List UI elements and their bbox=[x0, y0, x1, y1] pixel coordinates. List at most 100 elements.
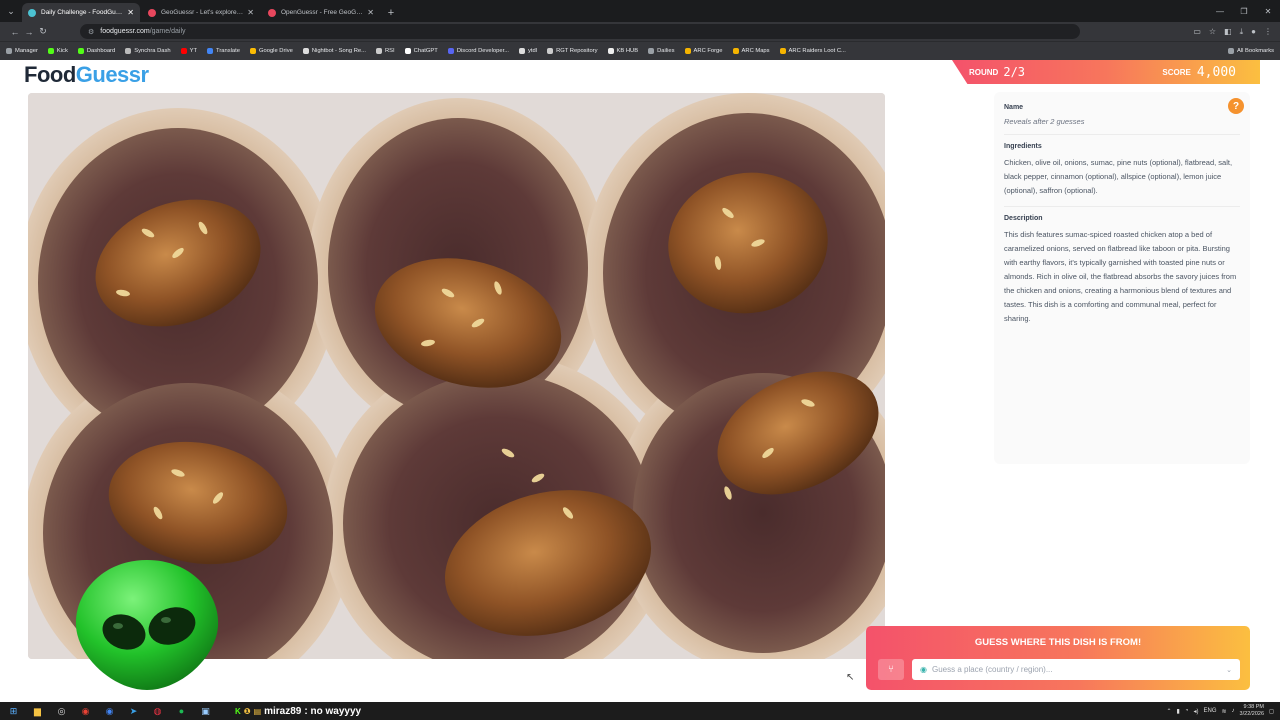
chat-message: : no wayyyy bbox=[304, 705, 362, 717]
close-icon[interactable]: ✕ bbox=[247, 8, 254, 17]
score-value: 4,000 bbox=[1196, 64, 1236, 80]
download-icon[interactable]: ⤓ bbox=[1240, 27, 1244, 37]
score-label: SCORE bbox=[1162, 67, 1191, 77]
back-arrow-icon[interactable]: ← bbox=[8, 27, 22, 37]
bookmark-favicon-icon bbox=[47, 48, 54, 54]
foodguessr-logo[interactable]: FoodGuessr bbox=[24, 62, 149, 88]
bookmark-favicon-icon bbox=[6, 48, 12, 54]
windows-start-icon[interactable]: ⊞ bbox=[6, 704, 21, 718]
bookmark-item[interactable]: ChatGPT bbox=[404, 48, 438, 54]
openguessr-favicon-icon bbox=[268, 8, 276, 17]
browser-toolbar: ← → ↻ ⚙ foodguessr.com/game/daily ▭ ☆ ◧ … bbox=[0, 22, 1280, 41]
star-icon[interactable]: ☆ bbox=[1209, 27, 1216, 37]
record-icon[interactable]: ◍ bbox=[150, 704, 165, 718]
vpn-icon[interactable]: ➤ bbox=[126, 704, 141, 718]
site-info-icon[interactable]: ⚙ bbox=[88, 28, 94, 36]
bookmark-item[interactable]: Google Drive bbox=[250, 48, 293, 54]
file-explorer-icon[interactable]: ▆ bbox=[30, 704, 45, 718]
description-heading: Description bbox=[1004, 215, 1043, 222]
geoguessr-favicon-icon bbox=[148, 8, 156, 17]
new-tab-plus-icon[interactable]: + bbox=[382, 3, 400, 22]
tab-geoguessr[interactable]: GeoGuessr - Let's explore the w ✕ bbox=[142, 3, 260, 22]
logo-text-guessr: Guessr bbox=[75, 62, 149, 87]
kick-badge-icon: K bbox=[235, 706, 241, 716]
system-clock[interactable]: 9:38 PM 3/22/2026 bbox=[1240, 704, 1264, 718]
profile-avatar-icon[interactable]: ● bbox=[1251, 27, 1256, 37]
folder-icon bbox=[648, 48, 655, 54]
address-bar[interactable]: ⚙ foodguessr.com/game/daily bbox=[80, 24, 1080, 39]
bookmark-item[interactable]: KB HUB bbox=[607, 48, 638, 54]
network-icon[interactable]: ◔ bbox=[1185, 708, 1189, 714]
chevron-down-icon[interactable]: ⌄ bbox=[1226, 666, 1232, 674]
bookmark-item[interactable]: Translate bbox=[207, 48, 240, 54]
bookmarks-bar: Manager Kick Dashboard Synchra Dash YT T… bbox=[0, 41, 1280, 60]
guess-panel: GUESS WHERE THIS DISH IS FROM! ⑂ ◉ ⌄ bbox=[866, 626, 1250, 690]
reload-icon[interactable]: ↻ bbox=[36, 26, 50, 37]
bookmark-item[interactable]: RSI bbox=[375, 48, 395, 54]
logo-text-food: Food bbox=[24, 62, 76, 87]
maximize-icon[interactable]: ❐ bbox=[1232, 0, 1256, 22]
bookmark-item[interactable]: YT bbox=[180, 48, 197, 54]
alien-head-icon bbox=[75, 560, 219, 690]
bookmark-item[interactable]: Manager bbox=[6, 48, 38, 54]
windows-taskbar: ⊞ ▆ ◎ ◉ ◉ ➤ ◍ ● ▣ K ❶ ▤ miraz89: no wayy… bbox=[0, 702, 1280, 720]
close-icon[interactable]: ✕ bbox=[367, 8, 374, 17]
bookmark-item[interactable]: ytdl bbox=[519, 48, 537, 54]
bookmark-favicon-icon bbox=[779, 48, 786, 54]
description-text: This dish features sumac-spiced roasted … bbox=[1004, 230, 1237, 323]
language-indicator[interactable]: ENG bbox=[1204, 708, 1217, 714]
bookmark-favicon-icon bbox=[125, 48, 132, 54]
chevron-up-icon[interactable]: ⌃ bbox=[1167, 708, 1172, 715]
cast-icon[interactable]: ▭ bbox=[1193, 27, 1201, 37]
tab-search-icon[interactable]: ⌄ bbox=[0, 0, 22, 22]
bookmark-item[interactable]: ARC Forge bbox=[684, 48, 723, 54]
spotify-icon[interactable]: ● bbox=[174, 704, 189, 718]
url-path: /game/daily bbox=[149, 28, 186, 35]
guess-input-wrapper[interactable]: ◉ ⌄ bbox=[912, 659, 1240, 680]
extension-icon[interactable]: ◧ bbox=[1224, 27, 1232, 37]
app-icon[interactable]: ▣ bbox=[198, 704, 213, 718]
clock-time: 9:38 PM bbox=[1243, 704, 1265, 710]
system-tray: ⌃ ▮ ◔ ◂) ENG ≋ ♪ 9:38 PM 3/22/2026 ◻ bbox=[1167, 704, 1274, 718]
dish-info-panel: ? Name Reveals after 2 guesses Ingredien… bbox=[994, 92, 1250, 464]
bookmark-favicon-icon bbox=[404, 48, 411, 54]
volume-icon[interactable]: ◂) bbox=[1193, 708, 1198, 715]
battery-icon[interactable]: ▮ bbox=[1177, 708, 1180, 715]
bookmark-item[interactable]: ARC Maps bbox=[732, 48, 770, 54]
bookmark-item[interactable]: ARC Raiders Loot C... bbox=[779, 48, 846, 54]
menu-kebab-icon[interactable]: ⋮ bbox=[1264, 27, 1272, 37]
folder-icon bbox=[1227, 48, 1234, 54]
chrome-profile-icon[interactable]: ◉ bbox=[102, 704, 117, 718]
bookmark-item[interactable]: Nightbot - Song Re... bbox=[302, 48, 366, 54]
bookmark-item[interactable]: Kick bbox=[47, 48, 68, 54]
forward-arrow-icon[interactable]: → bbox=[22, 27, 36, 37]
bookmark-favicon-icon bbox=[250, 48, 256, 54]
tab-title: Daily Challenge - FoodGuessr bbox=[41, 9, 124, 16]
minimize-icon[interactable]: — bbox=[1208, 0, 1232, 22]
url-host: foodguessr.com bbox=[100, 28, 150, 35]
bookmark-favicon-icon bbox=[732, 48, 739, 54]
all-bookmarks[interactable]: All Bookmarks bbox=[1227, 48, 1274, 54]
close-icon[interactable]: ✕ bbox=[127, 8, 134, 17]
speaker-icon[interactable]: ♪ bbox=[1232, 708, 1235, 714]
notification-bell-icon[interactable]: ◻ bbox=[1269, 708, 1274, 715]
bookmark-item[interactable]: Dashboard bbox=[77, 48, 115, 54]
bookmark-item[interactable]: Synchra Dash bbox=[125, 48, 171, 54]
bookmark-item[interactable]: RGT Repository bbox=[547, 48, 598, 54]
chrome-icon[interactable]: ◉ bbox=[78, 704, 93, 718]
tab-strip: ⌄ Daily Challenge - FoodGuessr ✕ GeoGues… bbox=[0, 0, 1280, 22]
tab-openguessr[interactable]: OpenGuessr - Free GeoGuessr ✕ bbox=[262, 3, 380, 22]
bookmark-item[interactable]: Discord Developer... bbox=[447, 48, 509, 54]
clock-date: 3/22/2026 bbox=[1239, 711, 1265, 717]
help-question-icon[interactable]: ? bbox=[1228, 98, 1244, 114]
foodguessr-page: FoodGuessr ROUND 2/3 SCORE 4,000 ? Name … bbox=[0, 60, 1280, 702]
utensils-icon[interactable]: ⑂ bbox=[878, 659, 904, 680]
guess-input[interactable] bbox=[931, 665, 1227, 674]
bookmark-item[interactable]: Dailies bbox=[648, 48, 675, 54]
tab-title: OpenGuessr - Free GeoGuessr bbox=[281, 9, 364, 16]
obs-icon[interactable]: ◎ bbox=[54, 704, 69, 718]
wifi-icon[interactable]: ≋ bbox=[1222, 708, 1227, 715]
tab-foodguessr[interactable]: Daily Challenge - FoodGuessr ✕ bbox=[22, 3, 140, 22]
guess-title: GUESS WHERE THIS DISH IS FROM! bbox=[974, 637, 1142, 648]
close-window-icon[interactable]: ✕ bbox=[1256, 0, 1280, 22]
